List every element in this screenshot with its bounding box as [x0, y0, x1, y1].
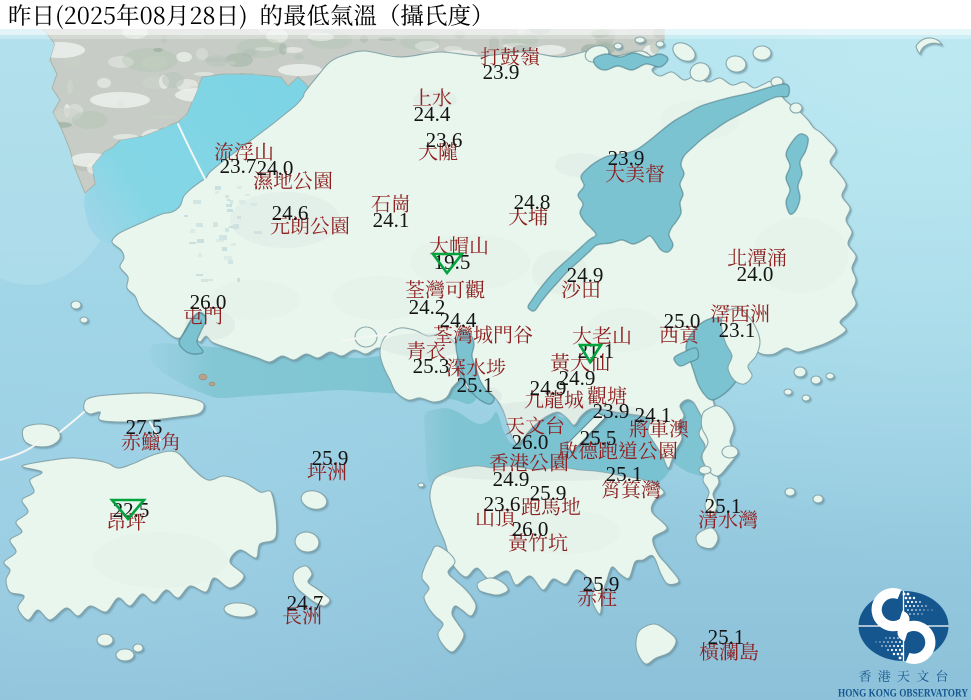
svg-text:24.4: 24.4: [414, 102, 451, 126]
svg-text:23.9: 23.9: [593, 399, 630, 423]
svg-text:23.9: 23.9: [608, 146, 645, 170]
svg-text:25.3: 25.3: [413, 354, 450, 378]
svg-text:24.6: 24.6: [272, 201, 309, 225]
svg-text:25.1: 25.1: [708, 625, 745, 649]
svg-text:23.9: 23.9: [483, 60, 520, 84]
svg-text:24.0: 24.0: [737, 262, 774, 286]
svg-text:24.7: 24.7: [287, 591, 324, 615]
svg-text:24.9: 24.9: [530, 376, 567, 400]
svg-text:23.6: 23.6: [484, 492, 521, 516]
svg-text:25.1: 25.1: [457, 373, 494, 397]
svg-text:26.0: 26.0: [512, 517, 549, 541]
svg-text:23.1: 23.1: [719, 318, 756, 342]
svg-text:24.1: 24.1: [635, 403, 672, 427]
svg-text:24.4: 24.4: [440, 308, 477, 332]
svg-text:25.5: 25.5: [580, 426, 617, 450]
svg-text:23.6: 23.6: [426, 128, 463, 152]
svg-text:25.9: 25.9: [312, 446, 349, 470]
svg-text:25.9: 25.9: [583, 572, 620, 596]
svg-text:25.1: 25.1: [705, 494, 742, 518]
svg-text:24.9: 24.9: [567, 263, 604, 287]
svg-text:24.9: 24.9: [493, 467, 530, 491]
svg-text:26.0: 26.0: [512, 430, 549, 454]
svg-text:24.1: 24.1: [373, 208, 410, 232]
svg-text:25.0: 25.0: [664, 309, 701, 333]
svg-text:26.0: 26.0: [190, 290, 227, 314]
svg-text:24.0: 24.0: [257, 156, 294, 180]
svg-text:25.1: 25.1: [606, 462, 643, 486]
svg-text:25.9: 25.9: [530, 481, 567, 505]
svg-text:24.8: 24.8: [514, 190, 551, 214]
svg-text:27.5: 27.5: [126, 415, 163, 439]
svg-text:23.7: 23.7: [220, 154, 257, 178]
svg-text:HONG KONG OBSERVATORY: HONG KONG OBSERVATORY: [838, 688, 969, 700]
